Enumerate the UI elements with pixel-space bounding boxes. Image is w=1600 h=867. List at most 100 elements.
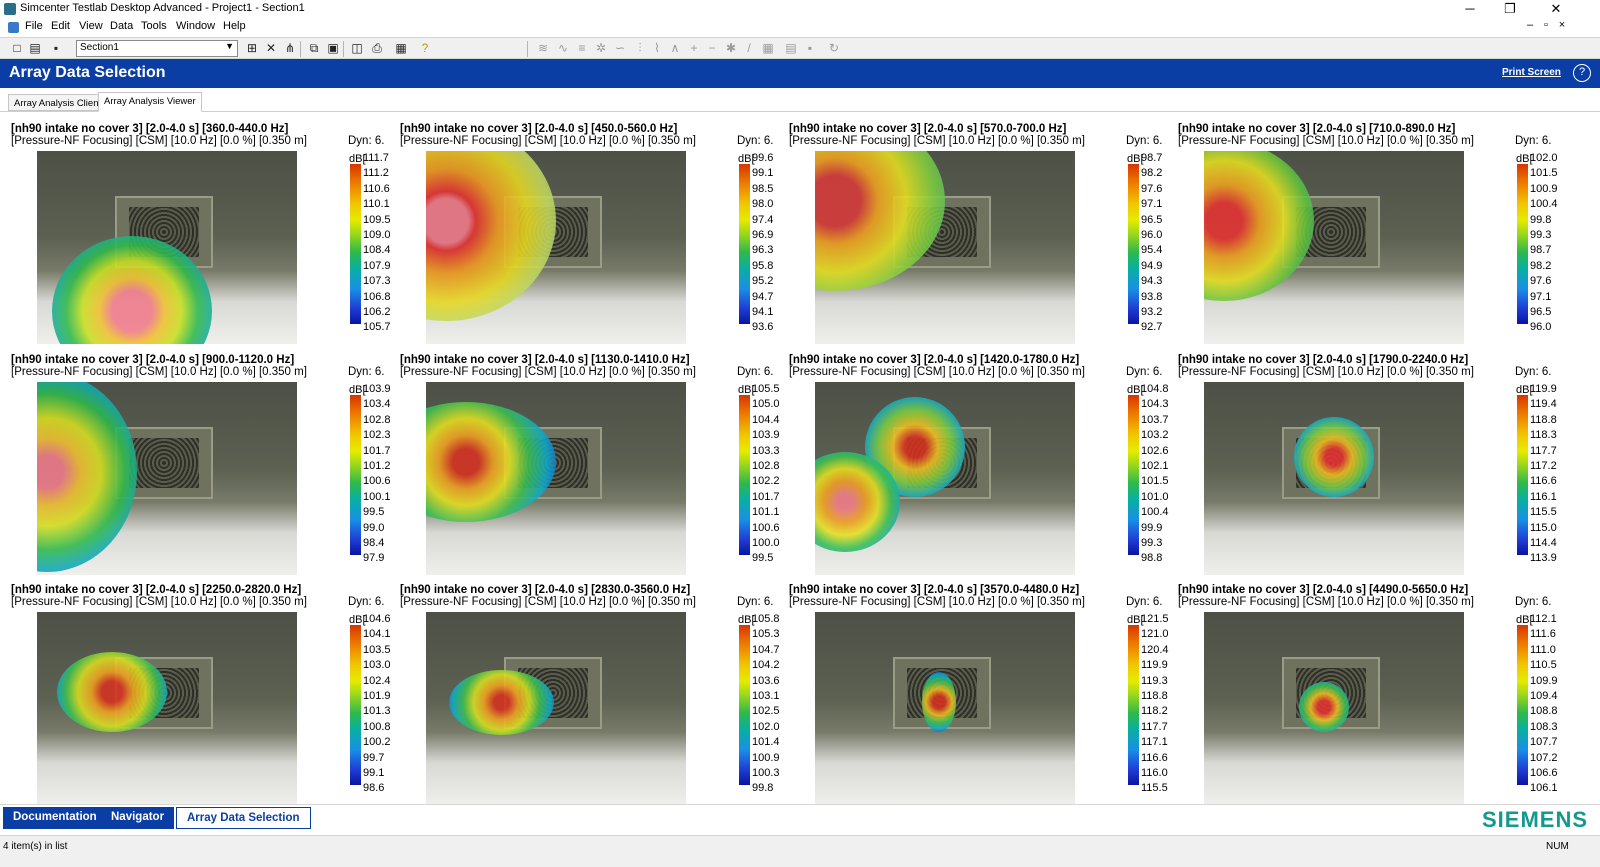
result-panel[interactable]: [nh90 intake no cover 3] [2.0-4.0 s] [45… — [400, 113, 790, 345]
document-icon[interactable] — [8, 22, 19, 33]
colorbar-tick-label: 101.7 — [752, 490, 780, 503]
acoustic-map-image[interactable] — [1204, 382, 1464, 575]
menu-tools[interactable]: Tools — [141, 20, 167, 32]
acoustic-map-image[interactable] — [1204, 612, 1464, 805]
result-panel[interactable]: [nh90 intake no cover 3] [2.0-4.0 s] [17… — [1178, 344, 1568, 576]
panel-subtitle: [Pressure-NF Focusing] [CSM] [10.0 Hz] [… — [789, 366, 1085, 378]
colorbar-tick-label: 102.8 — [752, 460, 780, 472]
grid-icon[interactable]: ▦ — [761, 41, 775, 55]
title-bar: Simcenter Testlab Desktop Advanced - Pro… — [0, 0, 1600, 18]
page-title: Array Data Selection — [9, 64, 166, 81]
result-panel[interactable]: [nh90 intake no cover 3] [2.0-4.0 s] [90… — [11, 344, 401, 576]
mdi-minimize-button[interactable]: – — [1522, 19, 1538, 31]
colorbar-tick-label: 118.8 — [1141, 690, 1168, 702]
split-icon[interactable]: ⋔ — [283, 41, 297, 55]
delete-icon[interactable]: ✕ — [264, 41, 278, 55]
nav-navigator[interactable]: Navigator — [101, 807, 175, 829]
minimize-button[interactable]: ─ — [1450, 0, 1490, 18]
colorbar-tick-label: 114.4 — [1530, 537, 1557, 549]
nav-array-data-selection[interactable]: Array Data Selection — [176, 807, 311, 829]
colorbar-tick-label: 101.5 — [1530, 167, 1558, 180]
slash-icon[interactable]: / — [742, 41, 756, 55]
list-icon[interactable]: ▤ — [784, 41, 798, 55]
result-panel[interactable]: [nh90 intake no cover 3] [2.0-4.0 s] [71… — [1178, 113, 1568, 345]
colorbar-tick-label: 96.9 — [752, 229, 774, 241]
bottom-navigation: Documentation Navigator Array Data Selec… — [0, 804, 1600, 832]
acoustic-map-image[interactable] — [37, 151, 297, 344]
num-lock-indicator: NUM — [1546, 841, 1569, 852]
help-icon[interactable]: ? — [1573, 64, 1591, 82]
acoustic-map-image[interactable] — [426, 612, 686, 805]
open-folder-icon[interactable]: ▤ — [28, 41, 42, 55]
refresh-icon[interactable]: ↻ — [827, 41, 841, 55]
colorbar-tick-label: 113.9 — [1530, 552, 1557, 565]
mdi-close-button[interactable]: × — [1554, 19, 1570, 31]
print-preview-icon[interactable]: ◫ — [350, 41, 364, 55]
curve-tool-icon[interactable]: ∽ — [613, 41, 627, 55]
new-file-icon[interactable]: □ — [10, 41, 24, 55]
colorbar-tick-label: 102.6 — [1141, 444, 1169, 457]
result-panel[interactable]: [nh90 intake no cover 3] [2.0-4.0 s] [36… — [11, 113, 401, 345]
menu-edit[interactable]: Edit — [51, 20, 70, 32]
curve-tool-icon[interactable]: ≋ — [536, 41, 550, 55]
panel-subtitle: [Pressure-NF Focusing] [CSM] [10.0 Hz] [… — [400, 596, 696, 608]
dynamic-range-label: Dyn: 6. — [348, 135, 385, 147]
colorbar — [739, 395, 750, 555]
menu-view[interactable]: View — [79, 20, 103, 32]
nav-documentation[interactable]: Documentation — [3, 807, 107, 829]
curve-tool-icon[interactable]: ≡ — [575, 41, 589, 55]
save-view-icon[interactable]: ▪ — [803, 41, 817, 55]
colorbar-tick-label: 100.0 — [752, 537, 780, 549]
colorbar-tick-label: 96.0 — [1530, 321, 1552, 334]
menu-help[interactable]: Help — [223, 20, 246, 32]
result-panel[interactable]: [nh90 intake no cover 3] [2.0-4.0 s] [22… — [11, 574, 401, 806]
tab-array-analysis-viewer[interactable]: Array Analysis Viewer — [98, 92, 202, 112]
close-button[interactable]: ✕ — [1536, 0, 1576, 18]
print-screen-link[interactable]: Print Screen — [1502, 67, 1561, 78]
result-panel[interactable]: [nh90 intake no cover 3] [2.0-4.0 s] [14… — [789, 344, 1179, 576]
add-section-icon[interactable]: ⊞ — [245, 41, 259, 55]
colorbar-tick-label: 108.3 — [1530, 720, 1558, 733]
result-panel[interactable]: [nh90 intake no cover 3] [2.0-4.0 s] [11… — [400, 344, 790, 576]
curve-tool-icon[interactable]: ∿ — [556, 41, 570, 55]
acoustic-map-image[interactable] — [1204, 151, 1464, 344]
maximize-button[interactable]: ❐ — [1490, 0, 1530, 18]
curve-tool-icon[interactable]: ✲ — [594, 41, 608, 55]
help-question-icon[interactable]: ? — [418, 41, 432, 55]
colorbar — [739, 625, 750, 785]
acoustic-map-image[interactable] — [815, 612, 1075, 805]
copy-icon[interactable]: ⧉ — [307, 41, 321, 55]
curve-tool-icon[interactable]: ∧ — [668, 41, 682, 55]
save-icon[interactable]: ▪ — [49, 41, 63, 55]
menu-data[interactable]: Data — [110, 20, 133, 32]
sound-pressure-hotspot — [448, 669, 554, 735]
curve-tool-icon[interactable]: ⌇ — [650, 41, 664, 55]
acoustic-map-image[interactable] — [426, 151, 686, 344]
acoustic-map-image[interactable] — [37, 382, 297, 575]
acoustic-map-image[interactable] — [815, 151, 1075, 344]
colorbar-tick-label: 118.2 — [1141, 705, 1168, 718]
result-panel[interactable]: [nh90 intake no cover 3] [2.0-4.0 s] [57… — [789, 113, 1179, 345]
menu-window[interactable]: Window — [176, 20, 215, 32]
result-panel[interactable]: [nh90 intake no cover 3] [2.0-4.0 s] [35… — [789, 574, 1179, 806]
tab-array-analysis-client[interactable]: Array Analysis Client — [8, 94, 108, 111]
asterisk-icon[interactable]: ✱ — [724, 41, 738, 55]
window-title: Simcenter Testlab Desktop Advanced - Pro… — [20, 2, 305, 14]
colorbar-tick-label: 116.1 — [1530, 490, 1557, 503]
screen-icon[interactable]: ▦ — [394, 41, 408, 55]
curve-tool-icon[interactable]: ⫶ — [633, 41, 647, 55]
colorbar-tick-label: 99.0 — [363, 521, 385, 534]
minus-icon[interactable]: − — [705, 41, 719, 55]
mdi-restore-button[interactable]: ▫ — [1538, 19, 1554, 31]
add-icon[interactable]: + — [687, 41, 701, 55]
result-panel[interactable]: [nh90 intake no cover 3] [2.0-4.0 s] [44… — [1178, 574, 1568, 806]
print-icon[interactable]: ⎙ — [370, 41, 384, 55]
menu-file[interactable]: File — [25, 20, 43, 32]
result-panel[interactable]: [nh90 intake no cover 3] [2.0-4.0 s] [28… — [400, 574, 790, 806]
acoustic-map-image[interactable] — [426, 382, 686, 575]
acoustic-map-image[interactable] — [37, 612, 297, 805]
sound-pressure-hotspot — [922, 672, 956, 732]
acoustic-map-image[interactable] — [815, 382, 1075, 575]
section-select[interactable]: Section1 ▼ — [76, 40, 238, 57]
paste-icon[interactable]: ▣ — [326, 41, 340, 55]
